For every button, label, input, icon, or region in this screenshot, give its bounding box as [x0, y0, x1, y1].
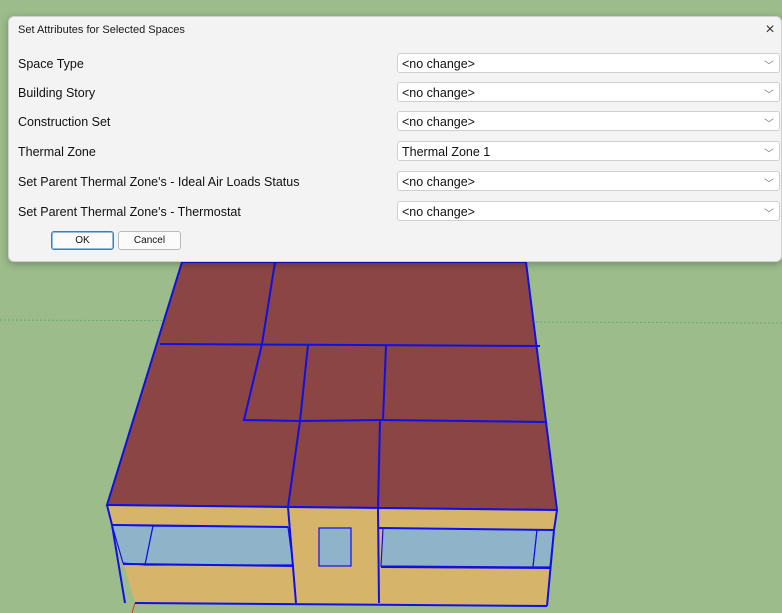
- construction-set-select[interactable]: <no change> ﹀: [397, 111, 780, 131]
- ideal-air-loads-value: <no change>: [402, 175, 475, 189]
- chevron-down-icon: ﹀: [764, 119, 774, 130]
- thermostat-value: <no change>: [402, 205, 475, 219]
- row-building-story: Building Story <no change> ﹀: [9, 82, 781, 104]
- space-type-select[interactable]: <no change> ﹀: [397, 53, 780, 73]
- construction-set-label: Construction Set: [18, 115, 111, 129]
- cancel-button[interactable]: Cancel: [118, 231, 181, 250]
- row-thermal-zone: Thermal Zone Thermal Zone 1 ﹀: [9, 141, 781, 163]
- thermostat-label: Set Parent Thermal Zone's - Thermostat: [18, 205, 241, 219]
- dialog-title: Set Attributes for Selected Spaces: [18, 24, 185, 36]
- row-space-type: Space Type <no change> ﹀: [9, 53, 781, 75]
- thermostat-select[interactable]: <no change> ﹀: [397, 201, 780, 221]
- ground-strip: [0, 0, 782, 16]
- row-construction-set: Construction Set <no change> ﹀: [9, 111, 781, 133]
- row-ideal-air-loads: Set Parent Thermal Zone's - Ideal Air Lo…: [9, 171, 781, 193]
- row-thermostat: Set Parent Thermal Zone's - Thermostat <…: [9, 201, 781, 223]
- space-type-label: Space Type: [18, 57, 84, 71]
- dialog-titlebar[interactable]: Set Attributes for Selected Spaces ×: [9, 17, 781, 43]
- close-icon[interactable]: ×: [761, 21, 779, 39]
- building-story-select[interactable]: <no change> ﹀: [397, 82, 780, 102]
- ideal-air-loads-label: Set Parent Thermal Zone's - Ideal Air Lo…: [18, 175, 300, 189]
- windows: [111, 524, 555, 568]
- ideal-air-loads-select[interactable]: <no change> ﹀: [397, 171, 780, 191]
- chevron-down-icon: ﹀: [764, 61, 774, 72]
- thermal-zone-value: Thermal Zone 1: [402, 145, 491, 159]
- roof-surface: [107, 262, 557, 510]
- chevron-down-icon: ﹀: [764, 90, 774, 101]
- chevron-down-icon: ﹀: [764, 209, 774, 220]
- ok-button[interactable]: OK: [51, 231, 114, 250]
- building-story-value: <no change>: [402, 86, 475, 100]
- building-story-label: Building Story: [18, 86, 96, 100]
- chevron-down-icon: ﹀: [764, 149, 774, 160]
- set-attributes-dialog: Set Attributes for Selected Spaces × Spa…: [8, 16, 782, 262]
- thermal-zone-label: Thermal Zone: [18, 145, 96, 159]
- chevron-down-icon: ﹀: [764, 179, 774, 190]
- construction-set-value: <no change>: [402, 115, 475, 129]
- thermal-zone-select[interactable]: Thermal Zone 1 ﹀: [397, 141, 780, 161]
- space-type-value: <no change>: [402, 57, 475, 71]
